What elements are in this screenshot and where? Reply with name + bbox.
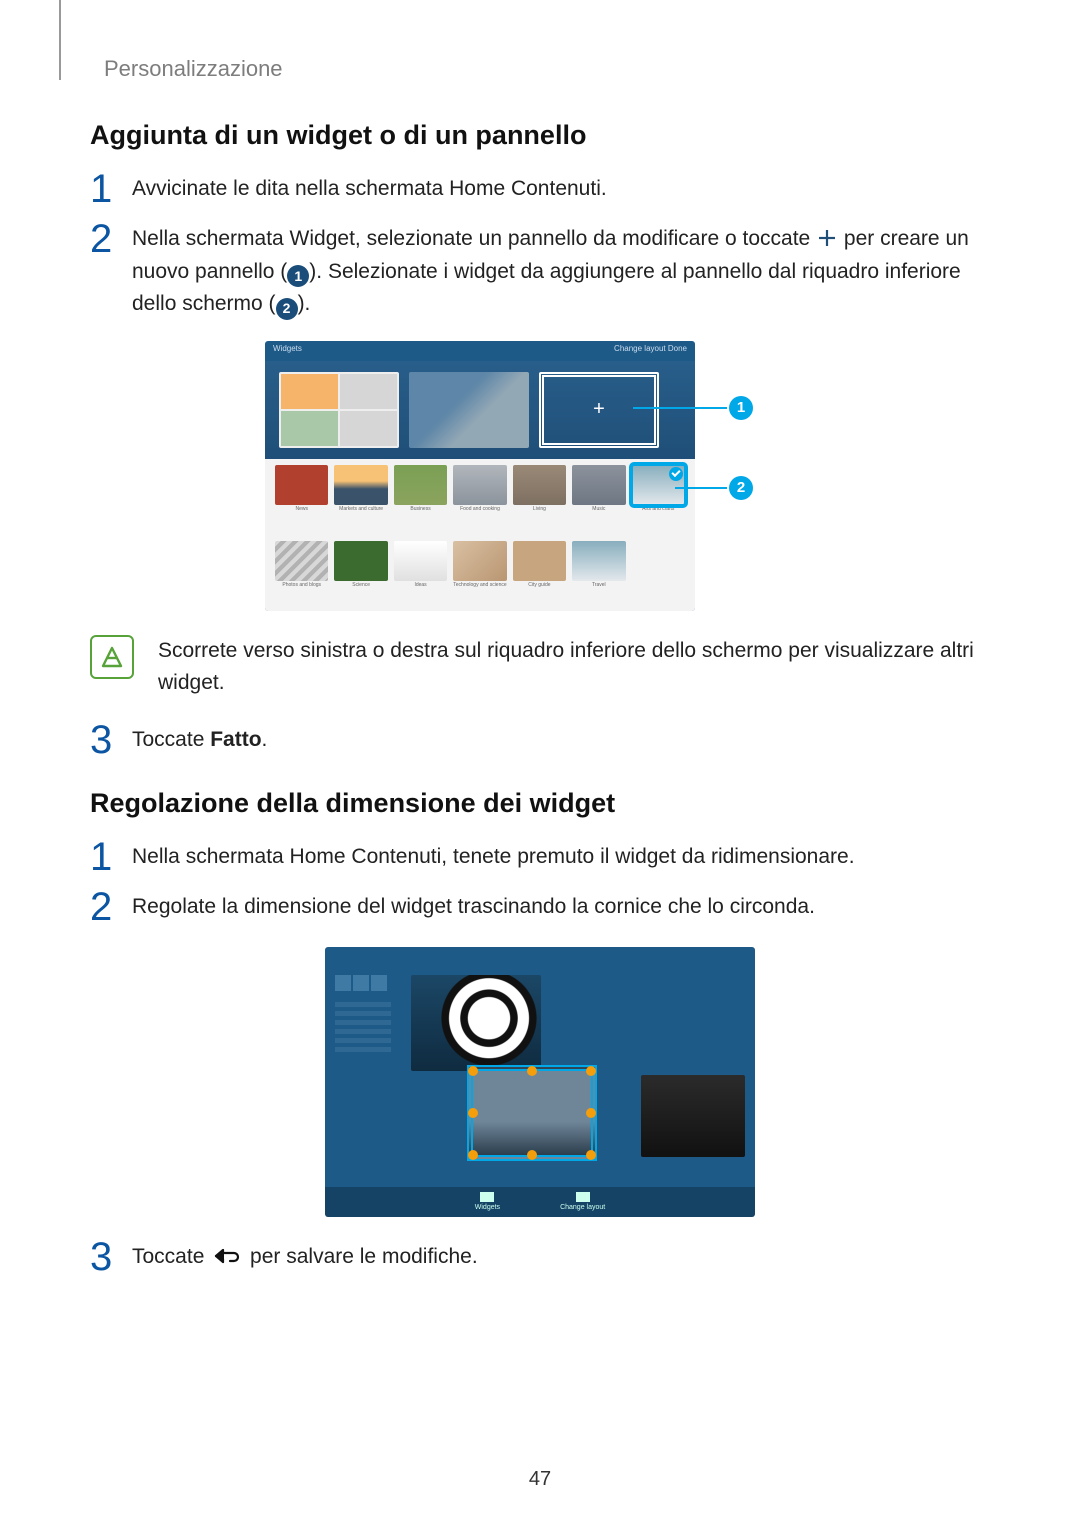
fig1-topbar-left: Widgets bbox=[273, 344, 302, 358]
figure-widget-panel-screenshot: Widgets Change layout Done + News bbox=[265, 341, 695, 611]
note-icon bbox=[90, 635, 134, 679]
plus-icon bbox=[816, 227, 838, 249]
back-arrow-icon bbox=[212, 1245, 242, 1267]
section2-heading: Regolazione della dimensione dei widget bbox=[90, 788, 990, 819]
section1-step3-text: Toccate Fatto. bbox=[132, 724, 990, 757]
step-number-3: 3 bbox=[90, 720, 132, 760]
step-number-3b: 3 bbox=[90, 1237, 132, 1277]
section1-heading: Aggiunta di un widget o di un pannello bbox=[90, 120, 990, 151]
step-number-1: 1 bbox=[90, 169, 132, 209]
section2-step2-text: Regolate la dimensione del widget trasci… bbox=[132, 891, 990, 924]
fig1-widget-tray: News Markets and culture Business Food a… bbox=[265, 459, 695, 611]
figure-resize-widget-screenshot: Widgets Change layout bbox=[325, 947, 755, 1217]
section1-step1-text: Avvicinate le dita nella schermata Home … bbox=[132, 173, 990, 206]
note-text: Scorrete verso sinistra o destra sul riq… bbox=[158, 635, 990, 700]
callout-badge-2-inline: 2 bbox=[276, 298, 298, 320]
fig1-add-panel: + bbox=[539, 372, 659, 448]
callout-badge-1: 1 bbox=[729, 396, 753, 420]
fig1-selected-widget: Arts and crafts bbox=[632, 465, 685, 535]
fig1-topbar-right: Change layout Done bbox=[614, 344, 687, 358]
step-number-1b: 1 bbox=[90, 837, 132, 877]
step-number-2b: 2 bbox=[90, 887, 132, 927]
fig2-resize-frame bbox=[467, 1065, 597, 1161]
breadcrumb: Personalizzazione bbox=[104, 56, 283, 82]
callout-badge-1-inline: 1 bbox=[287, 265, 309, 287]
callout-badge-2: 2 bbox=[729, 476, 753, 500]
section1-step2-text: Nella schermata Widget, selezionate un p… bbox=[132, 223, 990, 321]
fig1-panel-1 bbox=[279, 372, 399, 448]
page-number: 47 bbox=[0, 1468, 1080, 1491]
section2-step1-text: Nella schermata Home Contenuti, tenete p… bbox=[132, 841, 990, 874]
fig1-panel-2 bbox=[409, 372, 529, 448]
section2-step3-text: Toccate per salvare le modifiche. bbox=[132, 1241, 990, 1274]
step-number-2: 2 bbox=[90, 219, 132, 259]
